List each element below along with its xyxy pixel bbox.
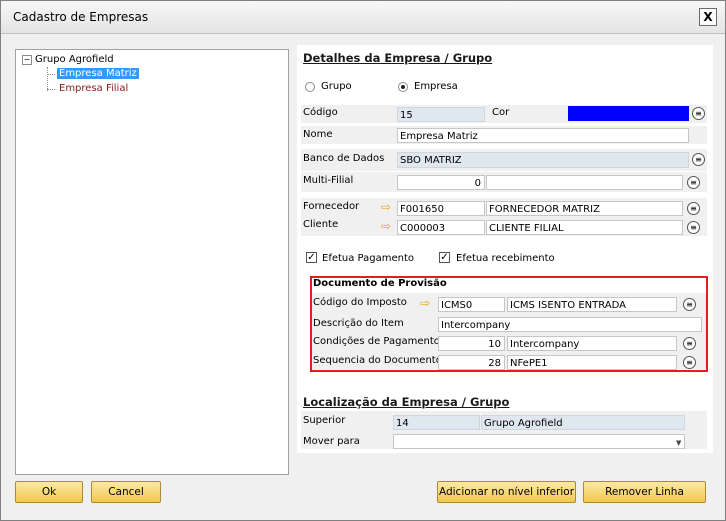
efetua-recebimento-label: Efetua recebimento — [456, 253, 555, 264]
imposto-link-arrow-icon[interactable]: ⇨ — [420, 297, 433, 309]
condicoes-lookup-icon[interactable]: ≡ — [683, 337, 696, 350]
nome-field[interactable]: Empresa Matriz — [397, 128, 689, 143]
cliente-name-field: CLIENTE FILIAL — [486, 220, 683, 235]
radio-grupo[interactable] — [305, 82, 315, 92]
provisao-section-title: Documento de Provisão — [313, 278, 447, 289]
codigo-imposto-label: Código do Imposto — [313, 297, 407, 308]
banco-lookup-icon[interactable]: ≡ — [692, 153, 705, 166]
multi-filial-label: Multi-Filial — [303, 175, 354, 186]
codigo-field: 15 — [397, 107, 485, 122]
fornecedor-name-field: FORNECEDOR MATRIZ — [486, 201, 683, 216]
efetua-pagamento-label: Efetua Pagamento — [322, 253, 415, 264]
tree-connector — [47, 74, 55, 75]
title-bar: Cadastro de Empresas X — [1, 1, 725, 34]
ok-button[interactable]: Ok — [15, 481, 83, 503]
cliente-code-field[interactable]: C000003 — [397, 220, 485, 235]
sequencia-lookup-icon[interactable]: ≡ — [683, 356, 696, 369]
close-icon[interactable]: X — [699, 8, 717, 26]
mover-para-select[interactable] — [393, 434, 685, 449]
fornecedor-code-field[interactable]: F001650 — [397, 201, 485, 216]
multi-filial-lookup-icon[interactable]: ≡ — [687, 176, 700, 189]
color-swatch[interactable] — [568, 106, 689, 121]
sequencia-documento-field[interactable]: 28 — [438, 355, 505, 370]
radio-empresa[interactable] — [398, 82, 408, 92]
tree-node-empresa-filial[interactable]: Empresa Filial — [59, 83, 128, 94]
descricao-item-label: Descrição do Item — [313, 318, 404, 329]
multi-filial-field[interactable]: 0 — [397, 175, 485, 190]
cancel-button[interactable]: Cancel — [91, 481, 161, 503]
details-section-title: Detalhes da Empresa / Grupo — [303, 51, 493, 65]
color-picker-icon[interactable]: ≡ — [692, 107, 705, 120]
condicoes-pagamento-field[interactable]: 10 — [438, 336, 505, 351]
tree-node-root[interactable]: − Grupo Agrofield — [22, 54, 114, 65]
sequencia-documento-desc-field: NFePE1 — [507, 355, 677, 370]
fornecedor-label: Fornecedor — [303, 201, 360, 212]
superior-code-field: 14 — [393, 415, 480, 430]
tree-connector — [47, 89, 55, 90]
banco-field[interactable]: SBO MATRIZ — [397, 152, 689, 168]
nome-label: Nome — [303, 129, 333, 140]
company-register-window: Cadastro de Empresas X − Grupo Agrofield… — [0, 0, 726, 521]
codigo-label: Código — [303, 107, 338, 118]
sequencia-documento-label: Sequencia do Documento — [313, 355, 442, 366]
codigo-imposto-field[interactable]: ICMS0 — [438, 297, 505, 312]
superior-name-field: Grupo Agrofield — [481, 415, 685, 430]
cor-label: Cor — [492, 107, 510, 118]
fornecedor-link-arrow-icon[interactable]: ⇨ — [381, 201, 394, 213]
efetua-recebimento-checkbox[interactable]: ✓ — [439, 252, 450, 263]
localizacao-section-title: Localização da Empresa / Grupo — [303, 395, 510, 409]
cliente-link-arrow-icon[interactable]: ⇨ — [381, 220, 394, 232]
cliente-label: Cliente — [303, 219, 339, 230]
cliente-lookup-icon[interactable]: ≡ — [687, 221, 700, 234]
condicoes-pagamento-desc-field: Intercompany — [507, 336, 677, 351]
remove-line-button[interactable]: Remover Linha — [583, 481, 706, 503]
mover-para-label: Mover para — [303, 436, 360, 447]
codigo-imposto-desc-field: ICMS ISENTO ENTRADA — [507, 297, 677, 312]
fornecedor-lookup-icon[interactable]: ≡ — [687, 202, 700, 215]
radio-grupo-label: Grupo — [321, 81, 352, 92]
window-title: Cadastro de Empresas — [13, 10, 149, 24]
tree-node-empresa-matriz[interactable]: Empresa Matriz — [57, 68, 139, 79]
add-lower-level-button[interactable]: Adicionar no nível inferior — [437, 481, 576, 503]
efetua-pagamento-checkbox[interactable]: ✓ — [306, 252, 317, 263]
chevron-down-icon[interactable]: ▼ — [676, 439, 681, 447]
imposto-lookup-icon[interactable]: ≡ — [683, 298, 696, 311]
company-tree[interactable]: − Grupo Agrofield Empresa Matriz Empresa… — [15, 49, 289, 475]
tree-node-label[interactable]: Grupo Agrofield — [35, 54, 114, 65]
tree-connector — [47, 67, 48, 91]
superior-label: Superior — [303, 415, 346, 426]
condicoes-pagamento-label: Condições de Pagamento — [313, 336, 440, 347]
radio-empresa-label: Empresa — [414, 81, 458, 92]
multi-filial-desc-field[interactable] — [486, 175, 683, 190]
banco-label: Banco de Dados — [303, 153, 385, 164]
descricao-item-field[interactable]: Intercompany — [438, 317, 702, 332]
collapse-icon[interactable]: − — [22, 54, 32, 65]
